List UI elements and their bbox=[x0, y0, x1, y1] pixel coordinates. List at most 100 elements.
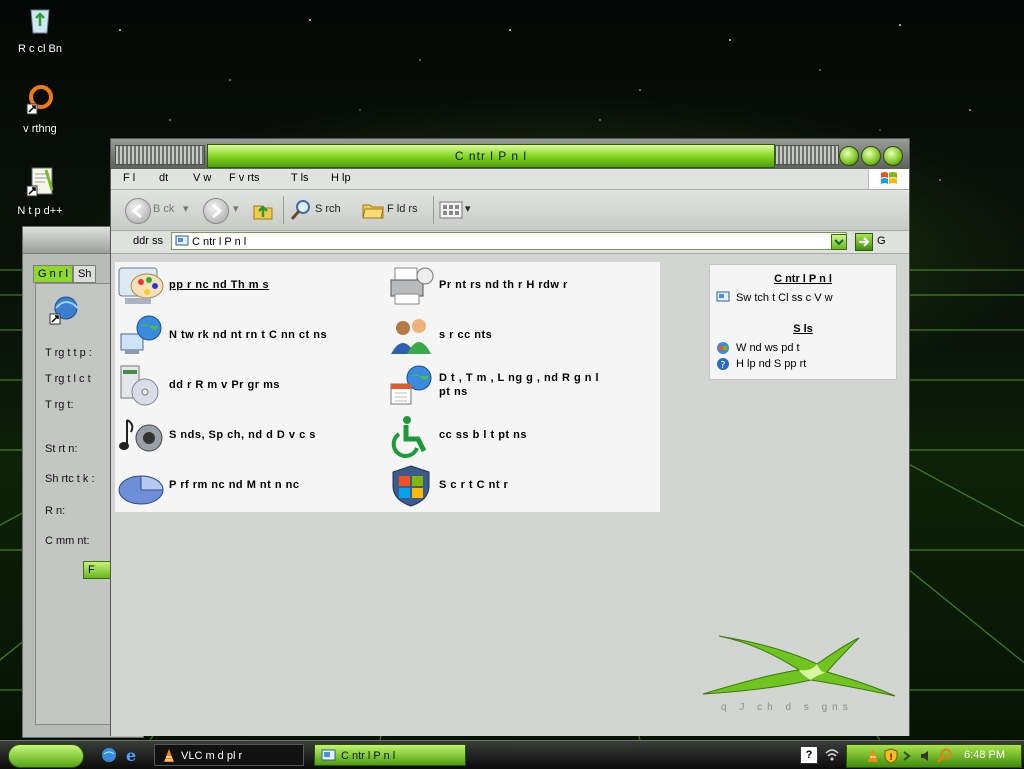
control-panel-small-icon bbox=[175, 235, 189, 246]
address-input[interactable]: C ntr l P n l bbox=[171, 232, 847, 250]
tray-wifi-icon[interactable] bbox=[824, 745, 840, 763]
show-desktop-icon[interactable] bbox=[100, 746, 118, 764]
menu-view[interactable]: V w bbox=[193, 172, 211, 184]
category-label: dd r R m v Pr gr ms bbox=[169, 379, 280, 391]
chevron-down-icon bbox=[834, 239, 844, 246]
back-arrow-icon bbox=[125, 198, 151, 224]
close-button[interactable] bbox=[883, 146, 903, 166]
category-label: cc ss b l t pt ns bbox=[439, 429, 527, 441]
desktop-icon-recycle-bin[interactable]: R c cl Bn bbox=[0, 4, 80, 55]
clock[interactable]: 6:48 PM bbox=[964, 749, 1005, 761]
menu-help[interactable]: H lp bbox=[331, 172, 351, 184]
taskbar-item-label: VLC m d pl r bbox=[181, 750, 243, 762]
category-user-accounts[interactable]: s r cc nts bbox=[387, 312, 657, 360]
tray-security-shield-icon[interactable]: ! bbox=[883, 748, 899, 764]
chevron-down-icon: ▾ bbox=[233, 203, 239, 215]
tray-vlc-icon[interactable] bbox=[865, 748, 881, 764]
category-label: N tw rk nd nt rn t C nn ct ns bbox=[169, 329, 328, 341]
menu-file[interactable]: F l bbox=[123, 172, 135, 184]
desktop-icon-label: N t p d++ bbox=[17, 205, 63, 217]
go-label[interactable]: G bbox=[877, 235, 886, 247]
folders-icon bbox=[362, 204, 384, 219]
content-area: pp r nc nd Th m s Pr nt rs nd th r H rdw… bbox=[111, 254, 909, 736]
logo-text: q J ch d s gns bbox=[721, 702, 853, 713]
go-button[interactable] bbox=[855, 233, 873, 251]
address-dropdown-button[interactable] bbox=[831, 234, 847, 250]
category-network-internet[interactable]: N tw rk nd nt rn t C nn ct ns bbox=[117, 312, 387, 360]
desktop-icon-notepadpp[interactable]: N t p d++ bbox=[0, 166, 80, 217]
start-in-label: St rt n: bbox=[45, 443, 78, 455]
control-panel-small-icon bbox=[321, 749, 336, 761]
add-remove-programs-icon bbox=[120, 365, 159, 406]
windows-update-link[interactable]: W nd ws pd t bbox=[716, 341, 800, 355]
start-button[interactable] bbox=[8, 744, 84, 768]
category-label: D t , T m , L ng g , nd R g n l bbox=[439, 372, 600, 384]
switch-classic-view-link[interactable]: Sw tch t Cl ss c V w bbox=[716, 291, 833, 305]
appearance-themes-icon bbox=[118, 267, 164, 304]
internet-explorer-icon[interactable]: e bbox=[124, 746, 142, 764]
back-label: B ck bbox=[153, 203, 175, 215]
category-add-remove-programs[interactable]: dd r R m v Pr gr ms bbox=[117, 362, 387, 410]
category-security-center[interactable]: S c r t C nt r bbox=[387, 462, 657, 510]
properties-tabs: G n r l Sh bbox=[33, 265, 97, 283]
tray-volume-icon[interactable] bbox=[919, 748, 935, 764]
side-pane-title-see-also: S ls bbox=[793, 323, 813, 335]
address-value: C ntr l P n l bbox=[192, 236, 247, 248]
vlc-cone-icon bbox=[164, 749, 174, 762]
search-icon bbox=[290, 200, 310, 220]
up-folder-icon bbox=[253, 205, 273, 220]
taskbar-item-control-panel[interactable]: C ntr l P n l bbox=[314, 744, 466, 766]
category-performance-maintenance[interactable]: P rf rm nc nd M nt n nc bbox=[117, 462, 387, 510]
control-panel-small-icon bbox=[716, 291, 730, 302]
svg-text:e: e bbox=[126, 746, 136, 764]
titlebar-grip-right bbox=[775, 145, 839, 165]
search-label: S rch bbox=[315, 203, 341, 215]
category-list: pp r nc nd Th m s Pr nt rs nd th r H rdw… bbox=[115, 262, 660, 512]
desktop-icon-label: R c cl Bn bbox=[17, 43, 62, 55]
accessibility-wheelchair-icon bbox=[391, 416, 427, 458]
shortcut-key-label: Sh rtc t k : bbox=[45, 473, 95, 485]
minimize-button[interactable] bbox=[839, 146, 859, 166]
control-panel-window[interactable]: C ntr l P n l F l dt V w F v rts T ls H … bbox=[110, 138, 910, 736]
category-accessibility[interactable]: cc ss b l t pt ns bbox=[387, 412, 657, 460]
desktop-icon-everything[interactable]: v rthng bbox=[0, 84, 80, 135]
menu-edit[interactable]: dt bbox=[159, 172, 168, 184]
performance-pie-icon bbox=[118, 475, 164, 505]
category-date-time-language[interactable]: D t , T m , L ng g , nd R g n l pt ns bbox=[387, 362, 657, 410]
category-appearance-themes[interactable]: pp r nc nd Th m s bbox=[117, 262, 387, 310]
toolbar: B ck ▾ ▾ S rch F ld rs ▾ bbox=[111, 190, 909, 231]
category-printers-hardware[interactable]: Pr nt rs nd th r H rdw r bbox=[387, 262, 657, 310]
up-folder-button[interactable] bbox=[251, 198, 277, 222]
security-shield-icon bbox=[392, 465, 430, 507]
views-button[interactable]: ▾ bbox=[439, 198, 473, 222]
views-icon bbox=[439, 201, 463, 219]
tab-general[interactable]: G n r l bbox=[33, 265, 73, 283]
window-title: C ntr l P n l bbox=[207, 144, 775, 168]
search-button[interactable]: S rch bbox=[289, 198, 357, 222]
folders-button[interactable]: F ld rs bbox=[361, 198, 431, 222]
network-globe-icon bbox=[120, 315, 162, 354]
go-arrow-icon bbox=[859, 237, 870, 247]
taskbar-item-vlc[interactable]: VLC m d pl r bbox=[154, 744, 304, 766]
address-bar: ddr ss C ntr l P n l G bbox=[111, 231, 909, 254]
window-titlebar[interactable]: C ntr l P n l bbox=[111, 139, 909, 169]
menu-favorites[interactable]: F v rts bbox=[229, 172, 260, 184]
chevron-down-icon: ▾ bbox=[183, 203, 189, 215]
windows-update-label: W nd ws pd t bbox=[736, 341, 800, 354]
printer-icon bbox=[390, 267, 434, 305]
help-support-link[interactable]: ? H lp nd S pp rt bbox=[716, 357, 806, 371]
category-sounds-audio[interactable]: S nds, Sp ch, nd d D v c s bbox=[117, 412, 387, 460]
everything-icon bbox=[26, 85, 53, 115]
tray-search-icon[interactable] bbox=[935, 748, 953, 764]
comment-label: C mm nt: bbox=[45, 535, 90, 547]
maximize-button[interactable] bbox=[861, 146, 881, 166]
windows-flag-icon bbox=[881, 172, 897, 184]
tab-shortcut[interactable]: Sh bbox=[72, 265, 97, 283]
menu-bar: F l dt V w F v rts T ls H lp bbox=[111, 169, 909, 190]
menu-tools[interactable]: T ls bbox=[291, 172, 309, 184]
forward-button[interactable]: ▾ bbox=[203, 198, 243, 224]
back-button[interactable]: B ck ▾ bbox=[125, 198, 195, 224]
tray-network-icon[interactable] bbox=[901, 748, 917, 764]
side-pane-title-control-panel: C ntr l P n l bbox=[774, 273, 832, 285]
help-question-button[interactable]: ? bbox=[800, 746, 818, 764]
